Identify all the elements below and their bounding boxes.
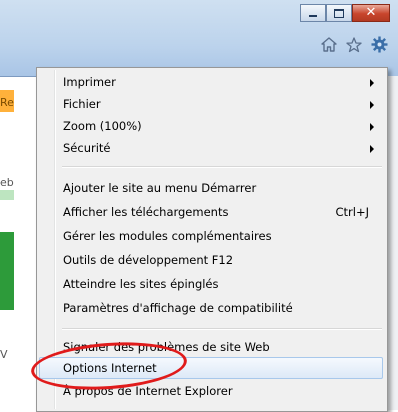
tools-menu: Imprimer Fichier Zoom (100%) Sécurité Aj… — [36, 67, 388, 412]
menu-separator — [62, 166, 382, 168]
menu-item-securite[interactable]: Sécurité — [39, 137, 383, 159]
menu-item-label: Outils de développement F12 — [63, 253, 234, 267]
submenu-arrow-icon — [370, 79, 374, 87]
menu-item-modules[interactable]: Gérer les modules complémentaires — [39, 225, 383, 247]
menu-item-label: Afficher les téléchargements — [63, 205, 229, 219]
menu-item-label: À propos de Internet Explorer — [63, 384, 233, 398]
page-fragment-green — [0, 232, 14, 310]
command-bar — [321, 36, 388, 53]
menu-item-label: Zoom (100%) — [63, 119, 142, 133]
menu-item-ajouter-demarrer[interactable]: Ajouter le site au menu Démarrer — [39, 177, 383, 199]
title-bar: ✕ — [0, 0, 398, 76]
menu-item-outils-f12[interactable]: Outils de développement F12 — [39, 249, 383, 271]
menu-item-zoom[interactable]: Zoom (100%) — [39, 115, 383, 137]
minimize-icon — [309, 15, 317, 17]
menu-separator — [62, 328, 382, 330]
window-controls: ✕ — [300, 4, 390, 22]
menu-item-label: Options Internet — [63, 361, 157, 375]
menu-item-imprimer[interactable]: Imprimer — [39, 71, 383, 93]
favorites-star-icon[interactable] — [346, 36, 362, 53]
menu-item-label: Paramètres d'affichage de compatibilité — [63, 301, 293, 315]
minimize-button[interactable] — [300, 4, 326, 22]
submenu-arrow-icon — [370, 145, 374, 153]
page-text-fragment: Re — [0, 96, 14, 109]
menu-item-fichier[interactable]: Fichier — [39, 93, 383, 115]
menu-item-label: Fichier — [63, 97, 101, 111]
menu-item-label: Signaler des problèmes de site Web — [63, 340, 270, 354]
menu-item-label: Ajouter le site au menu Démarrer — [63, 181, 257, 195]
home-icon[interactable] — [321, 37, 337, 52]
maximize-button[interactable] — [326, 4, 352, 22]
page-text-fragment: V — [0, 348, 8, 361]
menu-item-signaler[interactable]: Signaler des problèmes de site Web — [39, 336, 383, 358]
submenu-arrow-icon — [370, 123, 374, 131]
menu-item-label: Sécurité — [63, 141, 111, 155]
page-text-fragment: eb — [0, 176, 14, 189]
menu-item-compatibilite[interactable]: Paramètres d'affichage de compatibilité — [39, 297, 383, 319]
submenu-arrow-icon — [370, 101, 374, 109]
menu-item-a-propos[interactable]: À propos de Internet Explorer — [39, 380, 383, 402]
maximize-icon — [334, 8, 344, 18]
menu-item-telechargements[interactable]: Afficher les téléchargements Ctrl+J — [39, 201, 383, 223]
page-fragment-lightgreen — [0, 190, 14, 200]
menu-item-shortcut: Ctrl+J — [335, 205, 370, 219]
menu-item-label: Gérer les modules complémentaires — [63, 229, 272, 243]
menu-item-options-internet[interactable]: Options Internet — [39, 357, 383, 379]
menu-item-label: Imprimer — [63, 75, 116, 89]
close-icon: ✕ — [365, 5, 377, 20]
menu-item-sites-epingles[interactable]: Atteindre les sites épinglés — [39, 273, 383, 295]
menu-item-label: Atteindre les sites épinglés — [63, 277, 219, 291]
tools-gear-icon[interactable] — [371, 36, 388, 53]
close-button[interactable]: ✕ — [352, 4, 390, 22]
